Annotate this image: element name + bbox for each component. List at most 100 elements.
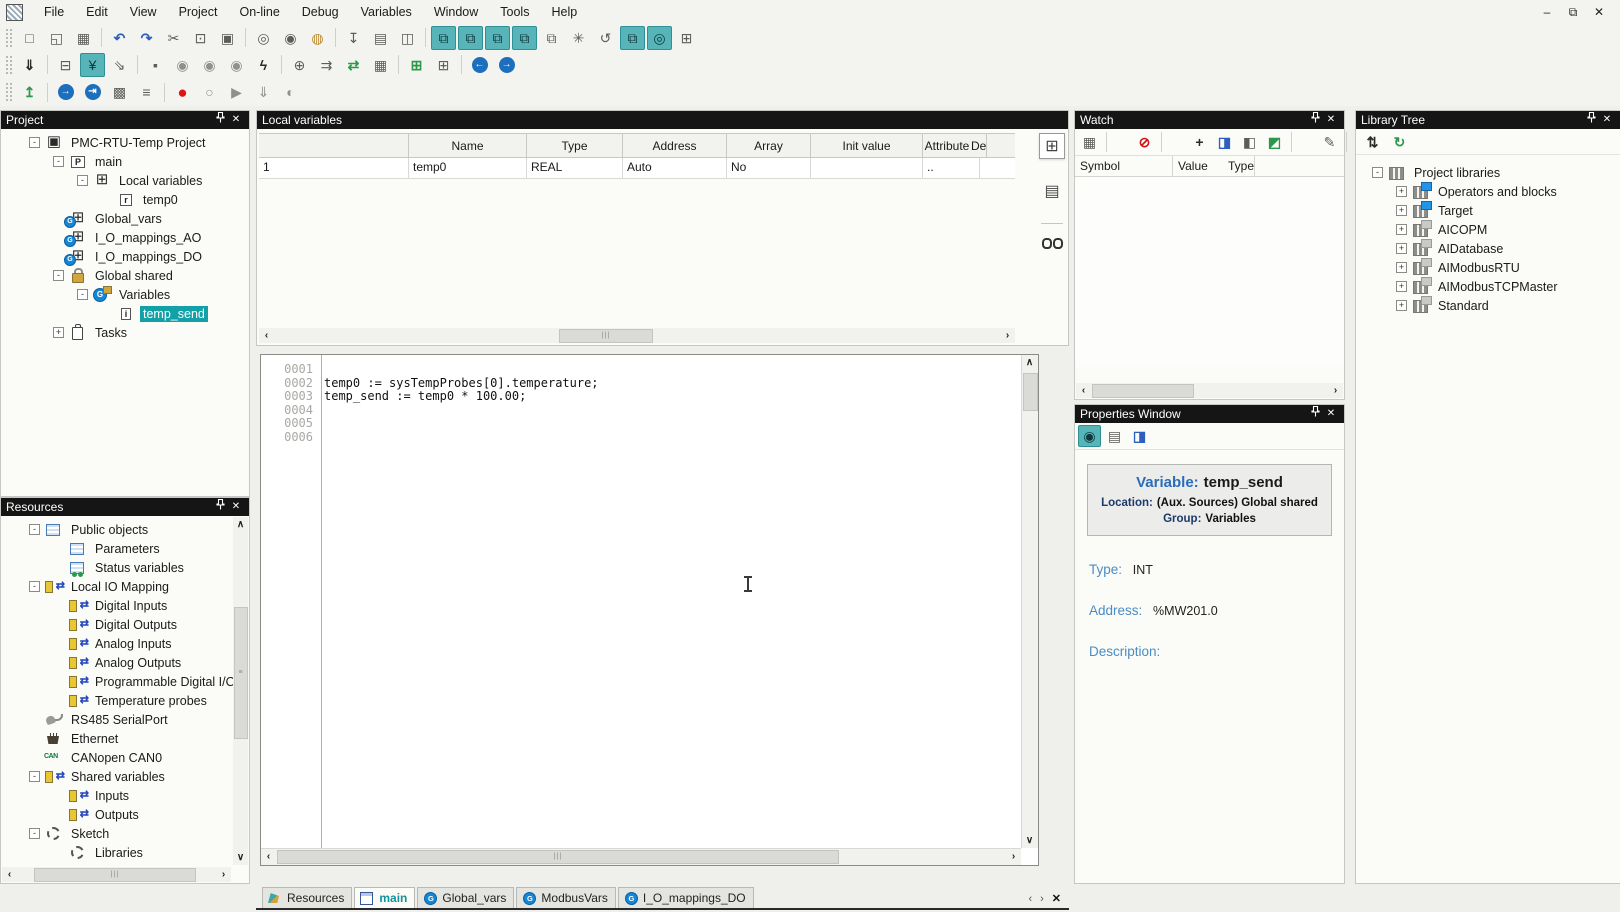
table-cell[interactable]	[971, 158, 980, 178]
scroll-left-icon[interactable]: ‹	[2, 867, 17, 882]
table-horizontal-scrollbar[interactable]: ‹ ||| ›	[259, 328, 1015, 343]
menu-item[interactable]: Project	[168, 1, 229, 23]
find-icon[interactable]: ◎	[251, 26, 276, 50]
new-project-icon[interactable]: □	[17, 26, 42, 50]
restore-icon[interactable]: ⧉	[1562, 5, 1584, 20]
pin-icon[interactable]	[212, 499, 228, 516]
column-header[interactable]: Init value	[811, 134, 923, 157]
column-header[interactable]: Type	[527, 134, 623, 157]
tree-item-project-libraries[interactable]: - Project libraries	[1368, 163, 1620, 182]
tree-expander-icon[interactable]: -	[29, 137, 40, 148]
tree-item-aimodbustcpmaster[interactable]: + AIModbusTCPMaster	[1368, 277, 1620, 296]
toolbar-separator[interactable]	[335, 28, 336, 47]
add-symbol-icon[interactable]: +	[1188, 131, 1211, 153]
toolbar-separator[interactable]	[425, 28, 426, 47]
menu-item[interactable]: Edit	[75, 1, 119, 23]
live-debug-icon[interactable]: ⇄	[341, 53, 366, 77]
tree-item-temperature-probes[interactable]: Temperature probes	[1, 691, 233, 710]
toolbar-separator[interactable]	[1161, 132, 1183, 152]
record-icon[interactable]: ●	[170, 80, 195, 104]
scroll-right-icon[interactable]: ›	[1328, 383, 1343, 398]
tree-item-local-variables[interactable]: - ⊞ Local variables	[1, 171, 249, 190]
cut-icon[interactable]: ✂	[161, 26, 186, 50]
save-watch-list-icon[interactable]: ◨	[1213, 131, 1236, 153]
tree-expander-icon[interactable]: -	[29, 828, 40, 839]
watch-horizontal-scrollbar[interactable]: ‹ ›	[1076, 383, 1343, 398]
tree-expander-icon[interactable]: -	[29, 771, 40, 782]
editor-horizontal-scrollbar[interactable]: ‹ ||| ›	[261, 848, 1021, 865]
menu-item[interactable]: Tools	[489, 1, 540, 23]
close-icon[interactable]: ✕	[228, 112, 244, 128]
grid-view-icon[interactable]: ⊞	[1039, 133, 1065, 159]
stop-recording-icon[interactable]: ⊘	[1133, 131, 1156, 153]
scrollbar-thumb[interactable]: ≡	[234, 607, 248, 739]
grid-mode-icon[interactable]: ⊞	[674, 26, 699, 50]
column-header[interactable]: Symbol	[1075, 156, 1173, 176]
paste-icon[interactable]: ▣	[215, 26, 240, 50]
menu-item[interactable]: Help	[540, 1, 588, 23]
column-header[interactable]: Name	[409, 134, 527, 157]
watch-list-empty[interactable]	[1075, 177, 1344, 367]
column-header[interactable]: Array	[727, 134, 811, 157]
target-halt-icon[interactable]: ◉	[197, 53, 222, 77]
scroll-up-icon[interactable]: ∧	[1022, 355, 1037, 370]
close-icon[interactable]: ✕	[1323, 112, 1339, 128]
tree-item-aimodbusrtu[interactable]: + AIModbusRTU	[1368, 258, 1620, 277]
scroll-up-icon[interactable]: ∧	[233, 517, 248, 532]
import-object-icon[interactable]: ↧	[341, 26, 366, 50]
table-cell[interactable]: 1	[259, 158, 409, 178]
scroll-right-icon[interactable]: ›	[216, 867, 231, 882]
table-cell[interactable]: ..	[923, 158, 971, 178]
open-project-icon[interactable]: ◱	[44, 26, 69, 50]
scroll-left-icon[interactable]: ‹	[261, 849, 276, 864]
run-task-icon[interactable]: ↥	[17, 80, 42, 104]
minimize-icon[interactable]: –	[1536, 5, 1558, 20]
tree-expander-icon[interactable]: +	[1396, 205, 1407, 216]
menu-item[interactable]: File	[33, 1, 75, 23]
trigger-list-icon[interactable]: ≡	[134, 80, 159, 104]
source-browser-icon[interactable]: ⧉	[620, 26, 645, 50]
tree-item-shared-variables[interactable]: - Shared variables	[1, 767, 233, 786]
tree-item-inputs[interactable]: Inputs	[1, 786, 233, 805]
toolbar-separator[interactable]	[461, 55, 462, 74]
tree-expander-icon[interactable]: +	[53, 327, 64, 338]
tree-item-global-shared[interactable]: - Global shared	[1, 266, 249, 285]
table-cell[interactable]: No	[727, 158, 811, 178]
print-properties-icon[interactable]: ▤	[1103, 425, 1126, 447]
menu-item[interactable]: View	[119, 1, 168, 23]
resources-vertical-scrollbar[interactable]: ∧ ≡ ∨	[233, 517, 248, 865]
table-cell[interactable]	[811, 158, 923, 178]
tree-expander-icon[interactable]: +	[1396, 262, 1407, 273]
stop-icon[interactable]: ○	[197, 80, 222, 104]
insert-record-icon[interactable]: ⊞	[404, 53, 429, 77]
download-code-icon[interactable]: ⇘	[107, 53, 132, 77]
pin-icon[interactable]	[1307, 406, 1323, 423]
tree-item-outputs[interactable]: Outputs	[1, 805, 233, 824]
print-preview-icon[interactable]: ◫	[395, 26, 420, 50]
clear-watch-icon[interactable]: ✎	[1318, 131, 1341, 153]
tree-item-tasks[interactable]: + Tasks	[1, 323, 249, 342]
tree-expander-icon[interactable]: -	[29, 581, 40, 592]
scroll-down-icon[interactable]: ∨	[233, 850, 248, 865]
scroll-right-icon[interactable]: ›	[1006, 849, 1021, 864]
tree-item-project-root[interactable]: - ▣ PMC-RTU-Temp Project	[1, 133, 249, 152]
tree-item-standard[interactable]: + Standard	[1368, 296, 1620, 315]
quick-connect-icon[interactable]: ϟ	[251, 53, 276, 77]
menu-item[interactable]: Variables	[350, 1, 423, 23]
column-header[interactable]	[259, 134, 409, 157]
operator-panel-icon[interactable]: ⧉	[539, 26, 564, 50]
toolbar-separator[interactable]	[137, 55, 138, 74]
tree-item-digital-inputs[interactable]: Digital Inputs	[1, 596, 233, 615]
undo-icon[interactable]: ↶	[107, 26, 132, 50]
find-variable-icon[interactable]	[1039, 230, 1065, 256]
watch-list-icon[interactable]: ▦	[1078, 131, 1101, 153]
column-header[interactable]: Value	[1173, 156, 1223, 176]
tab-io-mappings-do[interactable]: I_O_mappings_DO	[618, 887, 754, 908]
pattern-grid-icon[interactable]: ▩	[107, 80, 132, 104]
tree-item-global-vars[interactable]: ⊞ Global_vars	[1, 209, 249, 228]
toolbar-separator[interactable]	[47, 83, 48, 102]
toolbar-grip[interactable]	[6, 56, 13, 74]
tree-item-public-objects[interactable]: - Public objects	[1, 520, 233, 539]
tab-main[interactable]: main	[354, 887, 415, 908]
connection-settings-icon[interactable]: ⊟	[53, 53, 78, 77]
